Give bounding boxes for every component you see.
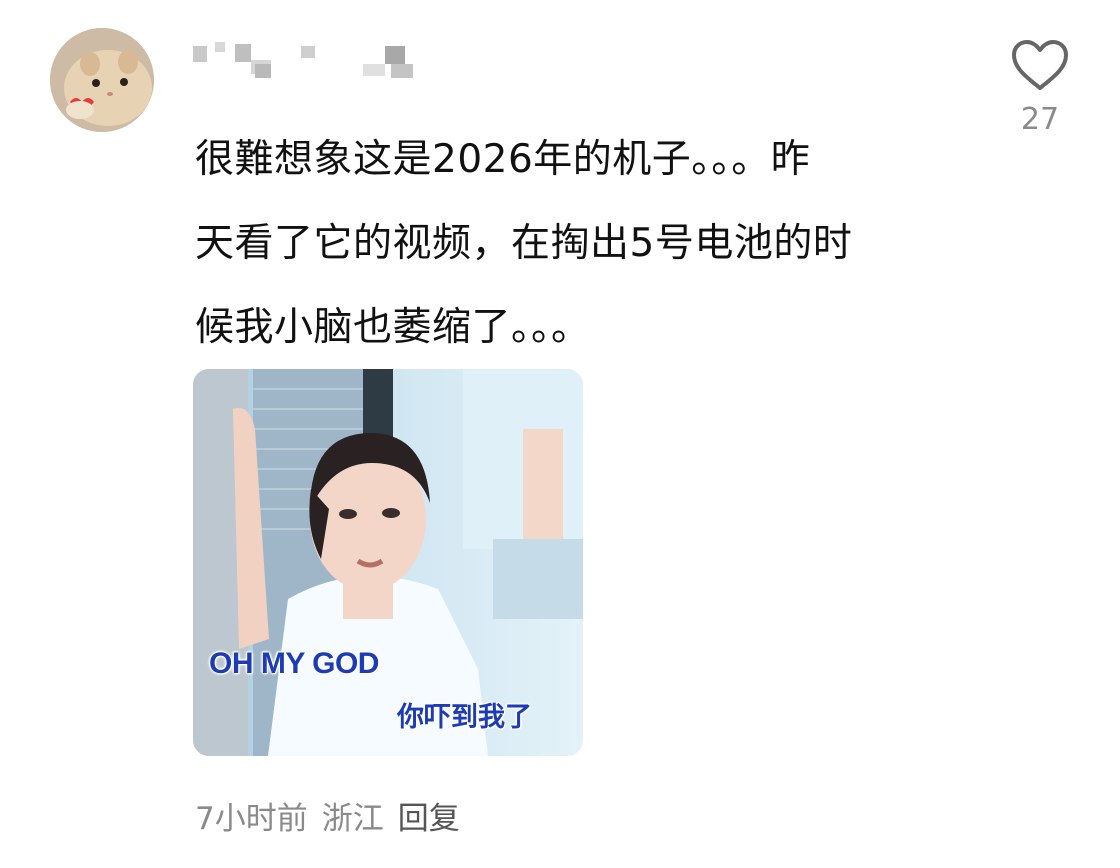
like-button[interactable]: 27 <box>1005 38 1075 137</box>
username-redacted[interactable] <box>193 42 433 82</box>
comment-time: 7小时前 <box>195 801 308 837</box>
comment-text-line: 很難想象这是2026年的机子。。。昨 <box>195 137 811 182</box>
reply-button[interactable]: 回复 <box>398 801 460 837</box>
sticker-image[interactable]: OH MY GOD 你吓到我了 <box>193 369 583 756</box>
like-count: 27 <box>1020 102 1060 137</box>
comment-item: 很難想象这是2026年的机子。。。昨 天看了它的视频，在掏出5号电池的时 候我小… <box>0 0 1120 868</box>
sticker-caption-en: OH MY GOD <box>209 647 379 680</box>
heart-outline-icon <box>1012 40 1068 90</box>
comment-location: 浙江 <box>321 801 384 837</box>
comment-meta: 7小时前 浙江 回复 <box>195 793 474 838</box>
comment-text-line: 天看了它的视频，在掏出5号电池的时 <box>195 221 853 266</box>
sticker-caption-cn: 你吓到我了 <box>397 702 532 733</box>
avatar[interactable] <box>50 28 154 132</box>
comment-text: 很難想象这是2026年的机子。。。昨 天看了它的视频，在掏出5号电池的时 候我小… <box>195 118 955 370</box>
comment-text-line: 候我小脑也萎缩了。。。 <box>195 305 591 350</box>
